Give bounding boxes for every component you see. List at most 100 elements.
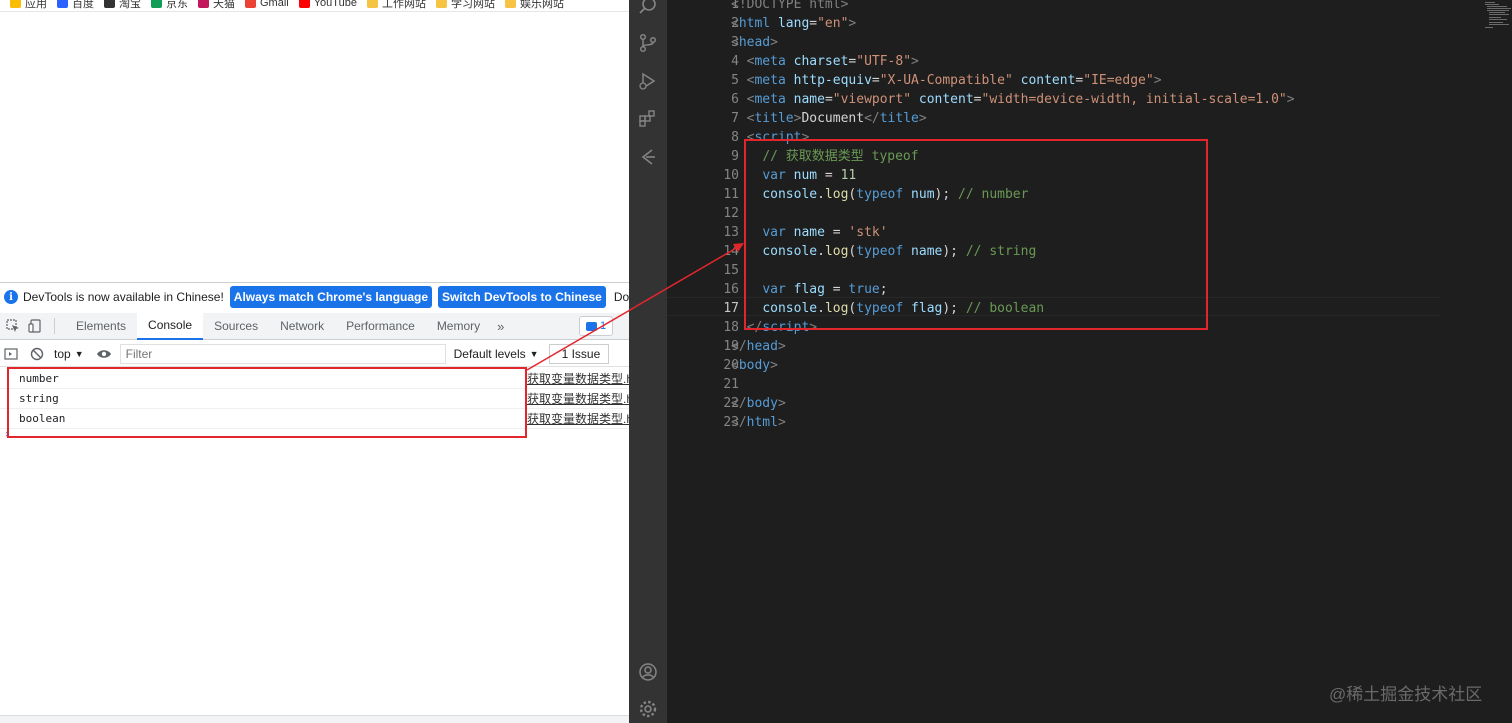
bookmark-item[interactable]: 工作网站	[366, 0, 426, 11]
extensions-icon[interactable]	[638, 109, 658, 129]
screen: { "browser": { "bookmarks": [ {"label": …	[0, 0, 1512, 723]
always-match-language-button[interactable]: Always match Chrome's language	[229, 286, 433, 308]
bookmark-icon	[104, 0, 115, 8]
issues-counter[interactable]: 1 Issue	[548, 343, 609, 364]
bookmark-label: 娱乐网站	[519, 0, 564, 10]
search-icon[interactable]	[638, 0, 658, 16]
bookmarks-bar: 应用 百度 淘宝 京东 天猫 Gmail YouTube 工作网站 学习网站 娱乐网站	[0, 0, 629, 12]
attr-name: name	[793, 92, 825, 107]
tab-memory[interactable]: Memory	[426, 313, 491, 340]
context-selector[interactable]: top ▼	[54, 347, 84, 361]
tag-name: html	[738, 16, 771, 31]
device-toolbar-icon[interactable]	[28, 319, 42, 333]
tab-sources[interactable]: Sources	[203, 313, 269, 340]
chevron-down-icon: ▼	[529, 348, 539, 359]
run-debug-icon[interactable]	[638, 71, 658, 91]
line-number: 19	[723, 339, 739, 354]
tab-performance[interactable]: Performance	[335, 313, 426, 340]
bookmark-item[interactable]: Gmail	[245, 0, 289, 9]
editor-pane[interactable]: 1 2 3 4 5 6 7 8 9 10 11 12 13 14 15 16 17 18 19 20 21 22 23 <!…	[667, 0, 1512, 723]
clear-console-icon[interactable]	[30, 347, 44, 361]
sidebar-toggle-icon[interactable]	[4, 347, 18, 361]
annotation-box-code	[744, 139, 1208, 330]
line-number: 8	[731, 130, 739, 145]
line-number: 20	[723, 358, 739, 373]
dont-show-again-link[interactable]: Don't show again	[614, 290, 629, 304]
minimap[interactable]	[1485, 0, 1512, 30]
bookmark-item[interactable]: 应用	[10, 0, 47, 11]
devtools-tab-bar: Elements Console Sources Network Perform…	[0, 312, 629, 340]
line-number: 6	[731, 92, 739, 107]
bookmark-icon	[245, 0, 256, 8]
log-source-link[interactable]: 获取变量数据类型.html:17	[527, 410, 629, 427]
log-source-link[interactable]: 获取变量数据类型.html:14	[527, 390, 629, 407]
attr-value: "width=device-width, initial-scale=1.0"	[981, 92, 1287, 107]
devtools-panel: i DevTools is now available in Chinese! …	[0, 282, 629, 723]
log-source-link[interactable]: 获取变量数据类型.html:11	[527, 370, 629, 387]
tab-elements[interactable]: Elements	[65, 313, 137, 340]
attr-value: "IE=edge"	[1083, 73, 1154, 88]
bookmark-label: 应用	[25, 0, 47, 10]
bookmark-label: Gmail	[260, 0, 289, 9]
bookmark-item[interactable]: 学习网站	[435, 0, 495, 11]
annotation-box-console	[7, 367, 527, 438]
bookmark-label: 工作网站	[381, 0, 426, 10]
line-number: 22	[723, 396, 739, 411]
tag-name: head	[738, 35, 771, 50]
bookmark-label: 学习网站	[450, 0, 495, 10]
bookmark-item[interactable]: 天猫	[198, 0, 235, 11]
browser-window: 应用 百度 淘宝 京东 天猫 Gmail YouTube 工作网站 学习网站 娱乐网站 i Dev…	[0, 0, 629, 723]
bookmark-icon	[298, 0, 310, 8]
more-tabs-button[interactable]: »	[491, 313, 510, 340]
context-value: top	[54, 346, 71, 361]
line-number: 5	[731, 73, 739, 88]
tab-network[interactable]: Network	[269, 313, 335, 340]
source-control-icon[interactable]	[638, 33, 658, 53]
tag-name: meta	[754, 54, 786, 69]
doctype: <!DOCTYPE html>	[731, 0, 849, 12]
tab-console[interactable]: Console	[137, 312, 204, 340]
line-number: 17	[723, 301, 739, 316]
page-viewport	[0, 13, 629, 281]
tab-separator	[54, 318, 55, 334]
switch-to-chinese-button[interactable]: Switch DevTools to Chinese	[438, 286, 606, 308]
console-toolbar: top ▼ Default levels ▼ 1 Issue	[0, 341, 629, 367]
code-line-1: <!DOCTYPE html>	[731, 0, 848, 14]
bookmark-icon	[10, 0, 21, 8]
line-number: 3	[731, 35, 739, 50]
line-number: 2	[731, 16, 739, 31]
eye-icon[interactable]	[96, 347, 112, 361]
line-number: 9	[731, 149, 739, 164]
bookmark-item[interactable]: 娱乐网站	[504, 0, 564, 11]
bookmark-icon	[57, 0, 68, 8]
tag-name: body	[738, 358, 771, 373]
code-editor-window: 1 2 3 4 5 6 7 8 9 10 11 12 13 14 15 16 17 18 19 20 21 22 23 <!…	[629, 0, 1512, 723]
accounts-icon[interactable]	[638, 662, 658, 682]
tag-name: html	[746, 415, 778, 430]
bookmark-item[interactable]: 淘宝	[104, 0, 141, 11]
log-levels-dropdown[interactable]: Default levels ▼	[454, 347, 539, 361]
tag-name: body	[746, 396, 778, 411]
bookmark-item[interactable]: YouTube	[298, 0, 357, 9]
inspect-element-icon[interactable]	[6, 319, 20, 333]
console-filter-input[interactable]	[119, 343, 446, 364]
code-line-5: <meta http-equiv="X-UA-Compatible" conte…	[746, 73, 1162, 88]
remote-explorer-icon[interactable]	[638, 147, 658, 167]
issues-badge[interactable]: 1	[579, 316, 613, 336]
attr-name: http-equiv	[793, 73, 872, 88]
code-line-20: <body>	[731, 358, 778, 373]
line-number: 11	[723, 187, 739, 202]
line-number: 15	[723, 263, 739, 278]
gear-icon[interactable]	[638, 699, 658, 719]
line-number: 18	[723, 320, 739, 335]
attr-name: content	[918, 92, 974, 107]
attr-name: charset	[793, 54, 849, 69]
bookmark-item[interactable]: 百度	[57, 0, 94, 11]
line-number: 4	[731, 54, 739, 69]
attr-value: "en"	[817, 16, 849, 31]
line-number: 7	[731, 111, 739, 126]
bookmark-item[interactable]: 京东	[151, 0, 188, 11]
line-number: 13	[723, 225, 739, 240]
bookmark-icon	[198, 0, 209, 8]
attr-value: "viewport"	[832, 92, 912, 107]
